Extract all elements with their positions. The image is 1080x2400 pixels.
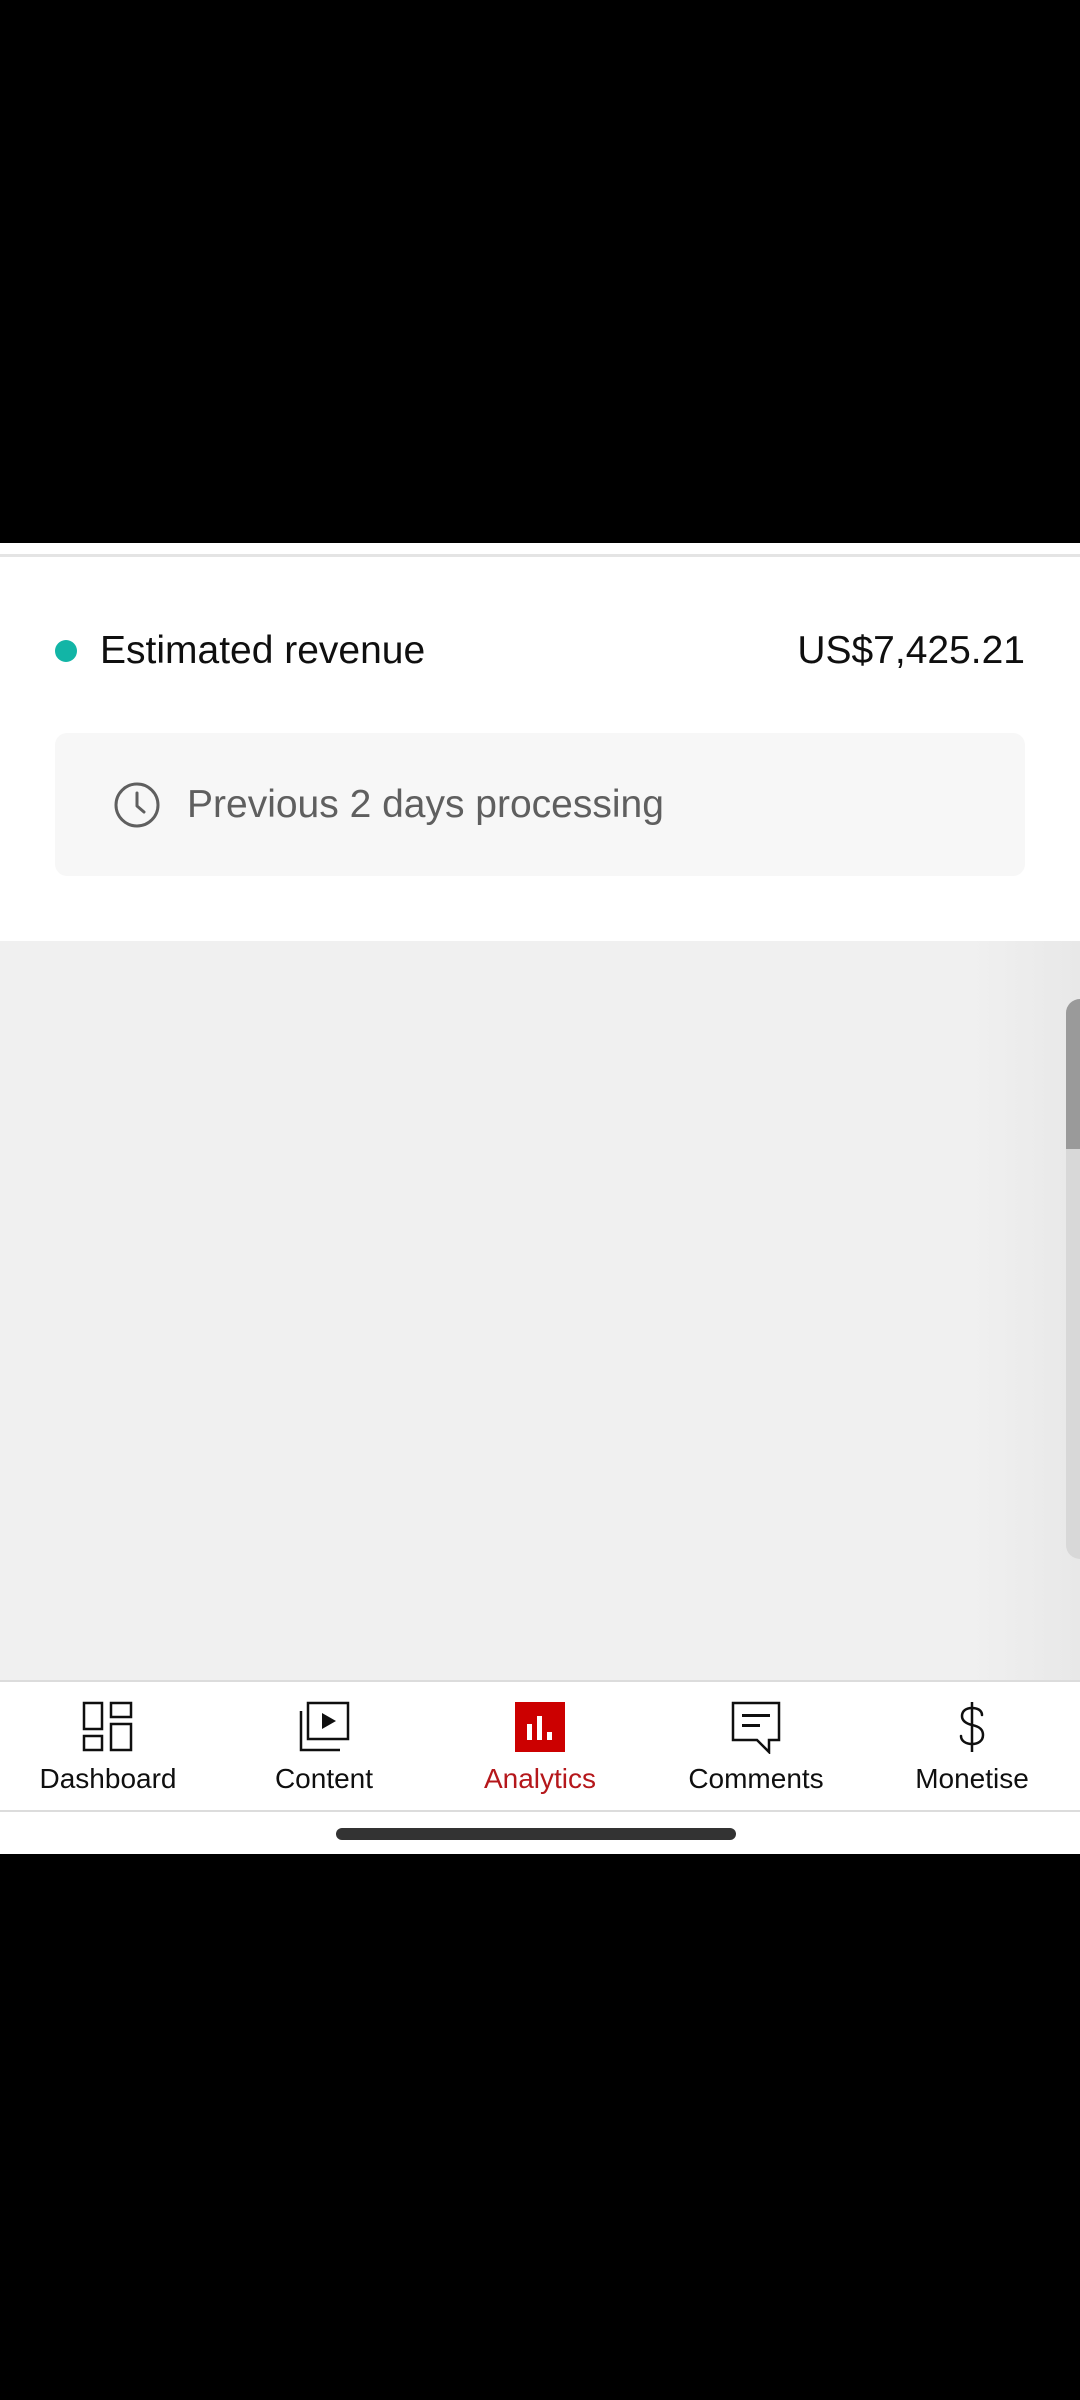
nav-item-analytics[interactable]: Analytics bbox=[432, 1682, 648, 1810]
section-divider bbox=[0, 543, 1080, 557]
screen: Estimated revenue US$7,425.21 Previous 2… bbox=[0, 0, 1080, 2400]
nav-item-comments[interactable]: Comments bbox=[648, 1682, 864, 1810]
clock-icon bbox=[114, 782, 160, 828]
nav-item-monetise[interactable]: Monetise bbox=[864, 1682, 1080, 1810]
nav-label-content: Content bbox=[274, 1763, 374, 1794]
bottom-letterbox bbox=[0, 1854, 1080, 2400]
nav-item-content[interactable]: Content bbox=[216, 1682, 432, 1810]
nav-label-analytics: Analytics bbox=[483, 1763, 597, 1794]
processing-notice: Previous 2 days processing bbox=[55, 733, 1025, 876]
analytics-icon bbox=[515, 1702, 565, 1752]
revenue-legend-dot bbox=[55, 640, 77, 662]
top-letterbox bbox=[0, 0, 1080, 543]
dashboard-icon bbox=[82, 1701, 133, 1752]
revenue-row[interactable]: Estimated revenue US$7,425.21 bbox=[0, 557, 1080, 737]
processing-text: Previous 2 days processing bbox=[187, 783, 664, 826]
bottom-navigation: Dashboard Content Analytics Comments Mon… bbox=[0, 1680, 1080, 1812]
nav-label-comments: Comments bbox=[688, 1763, 824, 1794]
home-gesture-bar[interactable] bbox=[336, 1828, 736, 1840]
nav-label-dashboard: Dashboard bbox=[39, 1763, 177, 1794]
revenue-label: Estimated revenue bbox=[100, 629, 426, 672]
scroll-handle-thumb[interactable] bbox=[1066, 999, 1080, 1149]
comments-icon bbox=[731, 1701, 781, 1754]
content-icon bbox=[299, 1701, 350, 1752]
nav-label-monetise: Monetise bbox=[915, 1763, 1029, 1794]
app-content: Estimated revenue US$7,425.21 Previous 2… bbox=[0, 543, 1080, 1854]
revenue-card: Estimated revenue US$7,425.21 Previous 2… bbox=[0, 557, 1080, 941]
nav-item-dashboard[interactable]: Dashboard bbox=[0, 1682, 216, 1810]
monetise-icon bbox=[959, 1702, 985, 1752]
gesture-area bbox=[0, 1812, 1080, 1854]
revenue-value: US$7,425.21 bbox=[797, 629, 1025, 672]
